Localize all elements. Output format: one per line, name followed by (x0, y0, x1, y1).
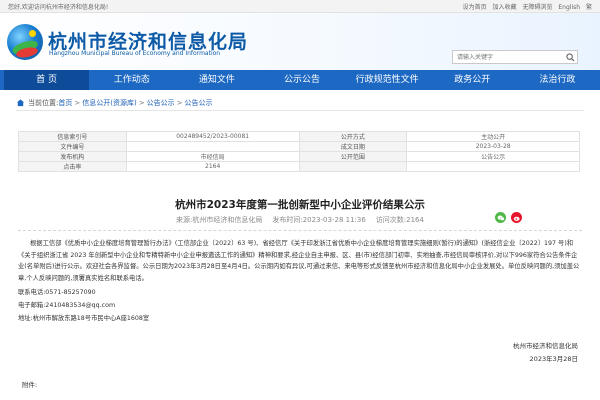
contact-info: 联系电话:0571-85257090 电子邮箱:2410483534@qq.co… (18, 286, 582, 325)
attachment-label: 附件: (22, 381, 38, 389)
top-links: 设为首页 加入收藏 无障碍浏览 English 繁 (459, 2, 592, 11)
bureau-logo[interactable] (7, 24, 43, 60)
breadcrumb-announcements[interactable]: 公告公示 (147, 98, 175, 108)
nav-rule-of-law[interactable]: 法治行政 (515, 70, 600, 90)
logo-sun-dot (29, 30, 36, 37)
signature-block: 杭州市经济和信息化局 2023年3月28日 (513, 340, 578, 366)
table-row: 点击率 2164 (18, 161, 580, 172)
top-link-traditional[interactable]: 繁 (586, 4, 592, 11)
welcome-text: 您好,欢迎访问杭州市经济和信息化局! (8, 3, 109, 11)
meta-label: 点击率 (18, 161, 127, 172)
top-bar: 您好,欢迎访问杭州市经济和信息化局! 设为首页 加入收藏 无障碍浏览 Engli… (0, 0, 600, 13)
breadcrumb-home[interactable]: 首页 (58, 98, 72, 108)
nav-normative-docs[interactable]: 行政规范性文件 (345, 70, 430, 90)
meta-label: 信息索引号 (18, 131, 127, 142)
meta-value (125, 141, 300, 152)
meta-label: 公开范围 (298, 151, 408, 162)
meta-value: 2023-03-28 (406, 141, 580, 152)
breadcrumb-separator: > (176, 98, 183, 107)
article-title: 杭州市2023年度第一批创新型中小企业评价结果公示 (175, 199, 425, 211)
search-icon (565, 52, 575, 62)
share-buttons (495, 212, 522, 223)
divider (18, 230, 582, 231)
meta-value: 市经信局 (125, 151, 300, 162)
meta-value: 公告公示 (406, 151, 580, 162)
meta-value: 主动公开 (406, 131, 580, 142)
meta-value: 2164 (125, 161, 300, 172)
breadcrumb-info-disclosure[interactable]: 信息公开(资源库) (82, 98, 136, 108)
wechat-share-icon[interactable] (495, 212, 506, 223)
article-date: 发布时间:2023-03-28 11:36 (272, 216, 366, 224)
breadcrumb-separator: > (74, 98, 81, 107)
article-views: 访问次数:2164 (375, 216, 424, 224)
meta-label: 公开方式 (298, 131, 408, 142)
weibo-share-icon[interactable] (511, 212, 522, 223)
article-paragraph: 根据工信部《优质中小企业梯度培育管理暂行办法》(工信部企业〔2022〕63 号)… (18, 240, 580, 282)
breadcrumb: 当前位置: 首页 > 信息公开(资源库) > 公告公示 > 公告公示 (16, 95, 584, 111)
table-row: 发布机构 市经信局 公开范围 公告公示 (18, 151, 580, 162)
contact-email: 电子邮箱:2410483534@qq.com (18, 302, 116, 309)
meta-label: 文件编号 (18, 141, 127, 152)
top-link-favorite[interactable]: 加入收藏 (493, 4, 517, 11)
signature-date: 2023年3月28日 (529, 355, 578, 363)
meta-value: 002489452/2023-00081 (125, 131, 300, 142)
contact-address: 地址:杭州市解放东路18号市民中心A座1608室 (18, 315, 150, 322)
top-link-accessibility[interactable]: 无障碍浏览 (522, 4, 552, 11)
search-box (452, 50, 578, 64)
signature-org: 杭州市经济和信息化局 (513, 342, 578, 350)
meta-label (298, 161, 408, 172)
home-icon (16, 99, 25, 107)
main-nav: 首 页 工作动态 通知文件 公示公告 行政规范性文件 政务公开 法治行政 (0, 70, 600, 90)
nav-work-news[interactable]: 工作动态 (89, 70, 174, 90)
nav-announcements[interactable]: 公示公告 (259, 70, 344, 90)
article-body: 根据工信部《优质中小企业梯度培育管理暂行办法》(工信部企业〔2022〕63 号)… (18, 238, 582, 325)
breadcrumb-current[interactable]: 公告公示 (184, 98, 212, 108)
article-source: 来源:杭州市经济和信息化局 (176, 216, 263, 224)
nav-notice-files[interactable]: 通知文件 (174, 70, 259, 90)
meta-label: 发布机构 (18, 151, 127, 162)
search-input[interactable] (453, 51, 563, 63)
nav-home[interactable]: 首 页 (4, 70, 90, 90)
top-link-english[interactable]: English (558, 4, 580, 11)
meta-value (406, 161, 580, 172)
search-button[interactable] (563, 51, 577, 63)
site-header: 杭州市经济和信息化局 Hangzhou Municipal Bureau of … (0, 13, 600, 70)
breadcrumb-prefix: 当前位置: (28, 98, 59, 107)
site-english-name: Hangzhou Municipal Bureau of Economy and… (49, 50, 221, 57)
table-row: 文件编号 成文日期 2023-03-28 (18, 141, 580, 152)
contact-phone: 联系电话:0571-85257090 (18, 289, 96, 296)
breadcrumb-separator: > (138, 98, 145, 107)
document-meta-table: 信息索引号 002489452/2023-00081 公开方式 主动公开 文件编… (18, 131, 580, 172)
top-link-home[interactable]: 设为首页 (463, 4, 487, 11)
table-row: 信息索引号 002489452/2023-00081 公开方式 主动公开 (18, 131, 580, 142)
meta-label: 成文日期 (298, 141, 408, 152)
nav-gov-disclosure[interactable]: 政务公开 (430, 70, 515, 90)
